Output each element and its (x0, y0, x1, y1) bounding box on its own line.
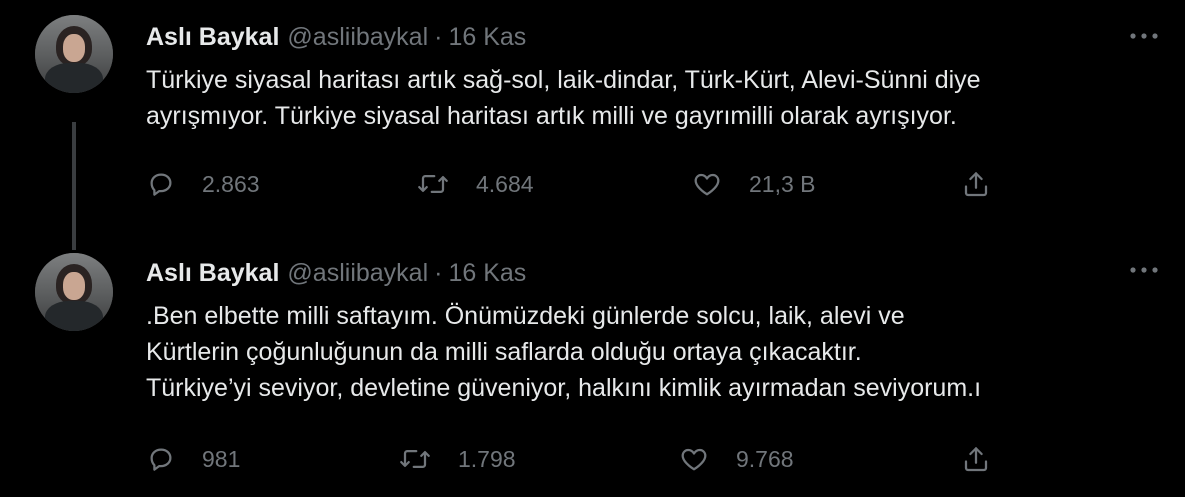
tweet-date[interactable]: 16 Kas (448, 259, 526, 288)
more-icon[interactable] (1127, 258, 1161, 282)
like-button[interactable]: 9.768 (678, 444, 961, 474)
tweet-text-line: Kürtlerin çoğunluğunun da milli saflarda… (146, 338, 862, 366)
retweet-icon (400, 450, 430, 468)
more-icon[interactable] (1127, 24, 1161, 48)
reply-count: 2.863 (202, 170, 260, 197)
author-handle[interactable]: @asliibaykal (287, 23, 428, 52)
retweet-button[interactable]: 4.684 (416, 169, 691, 199)
author-name[interactable]: Aslı Baykal (146, 23, 279, 52)
tweet-actions: 981 1.798 9.768 (146, 442, 1026, 476)
reply-icon (150, 448, 172, 471)
tweet-text-line: ayrışmıyor. Türkiye siyasal haritası art… (146, 102, 957, 130)
tweet-text-line: .Ben elbette milli saftayım. Önümüzdeki … (146, 302, 905, 330)
tweet-text-line: Türkiye’yi seviyor, devletine güveniyor,… (146, 374, 982, 402)
avatar[interactable] (35, 15, 113, 93)
like-count: 9.768 (736, 445, 794, 472)
author-name[interactable]: Aslı Baykal (146, 259, 279, 288)
tweet[interactable]: Aslı Baykal @asliibaykal · 16 Kas .Ben e… (0, 250, 1185, 497)
share-button[interactable] (961, 169, 991, 199)
tweet[interactable]: Aslı Baykal @asliibaykal · 16 Kas Türkiy… (0, 0, 1185, 250)
retweet-icon (418, 175, 448, 193)
reply-button[interactable]: 981 (146, 444, 398, 474)
share-button[interactable] (961, 444, 991, 474)
tweet-header: Aslı Baykal @asliibaykal · 16 Kas (146, 258, 526, 288)
share-icon (964, 447, 988, 472)
retweet-count: 4.684 (476, 170, 534, 197)
tweet-date[interactable]: 16 Kas (448, 23, 526, 52)
share-icon (964, 172, 988, 197)
reply-icon (150, 173, 172, 196)
tweet-text: .Ben elbette milli saftayım. Önümüzdeki … (146, 298, 1156, 406)
tweet-actions: 2.863 4.684 21,3 B (146, 167, 1026, 201)
tweet-text-line: Türkiye siyasal haritası artık sağ-sol, … (146, 66, 981, 94)
tweet-header: Aslı Baykal @asliibaykal · 16 Kas (146, 22, 526, 52)
separator-dot: · (434, 22, 443, 51)
tweet-text: Türkiye siyasal haritası artık sağ-sol, … (146, 62, 1156, 134)
reply-count: 981 (202, 445, 241, 472)
author-handle[interactable]: @asliibaykal (287, 259, 428, 288)
reply-button[interactable]: 2.863 (146, 169, 416, 199)
heart-icon (681, 448, 707, 471)
like-count: 21,3 B (749, 170, 816, 197)
like-button[interactable]: 21,3 B (691, 169, 961, 199)
heart-icon (694, 173, 720, 196)
separator-dot: · (434, 258, 443, 287)
retweet-count: 1.798 (458, 445, 516, 472)
avatar[interactable] (35, 253, 113, 331)
retweet-button[interactable]: 1.798 (398, 444, 678, 474)
